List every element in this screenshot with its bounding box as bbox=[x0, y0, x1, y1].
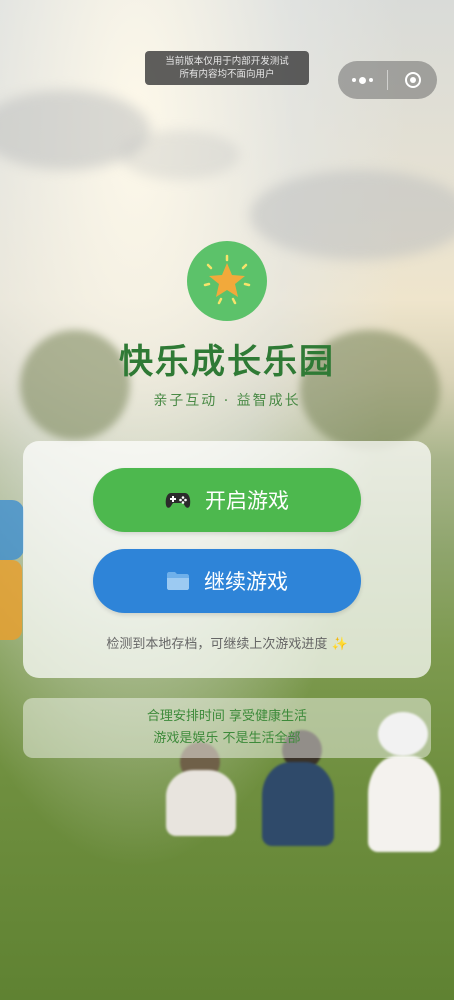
child-figure bbox=[166, 770, 236, 836]
star-icon bbox=[203, 254, 251, 305]
app-logo bbox=[187, 241, 267, 321]
dev-notice-line: 当前版本仅用于内部开发测试 bbox=[165, 56, 289, 67]
background-cloud bbox=[120, 130, 240, 180]
child-figure bbox=[262, 762, 334, 846]
dev-notice-line: 所有内容均不面向用户 bbox=[179, 69, 275, 80]
health-tip-line: 合理安排时间 享受健康生活 bbox=[146, 709, 308, 724]
target-close-icon bbox=[404, 72, 421, 88]
playground-slide bbox=[0, 500, 24, 560]
start-game-button[interactable]: 开启游戏 bbox=[93, 468, 361, 532]
health-tip-line: 游戏是娱乐 不是生活全部 bbox=[153, 731, 301, 746]
more-button[interactable] bbox=[338, 61, 387, 99]
playground-slide bbox=[0, 560, 22, 640]
app-title: 快乐成长乐园 bbox=[119, 342, 335, 382]
continue-game-label: 继续游戏 bbox=[204, 570, 288, 594]
app-subtitle: 亲子互动 · 益智成长 bbox=[153, 393, 301, 409]
game-home-screen: 当前版本仅用于内部开发测试 所有内容均不面向用户 快乐成长乐园 亲子互动 · 益… bbox=[0, 0, 454, 1000]
start-game-label: 开启游戏 bbox=[205, 489, 289, 513]
close-miniprogram-button[interactable] bbox=[388, 61, 437, 99]
menu-card: 开启游戏 继续游戏 检测到本地存档，可继续上次游戏进度 ✨ bbox=[23, 441, 431, 678]
save-detected-hint: 检测到本地存档，可继续上次游戏进度 ✨ bbox=[106, 637, 348, 652]
child-figure bbox=[368, 756, 440, 852]
more-dots-icon bbox=[352, 76, 373, 84]
continue-game-button[interactable]: 继续游戏 bbox=[93, 549, 361, 613]
gamepad-icon bbox=[165, 490, 191, 510]
folder-icon bbox=[166, 571, 190, 591]
miniprogram-capsule bbox=[338, 61, 437, 99]
health-tip-card: 合理安排时间 享受健康生活 游戏是娱乐 不是生活全部 bbox=[23, 698, 431, 758]
dev-notice-banner: 当前版本仅用于内部开发测试 所有内容均不面向用户 bbox=[145, 51, 309, 85]
background-cloud bbox=[250, 170, 454, 260]
